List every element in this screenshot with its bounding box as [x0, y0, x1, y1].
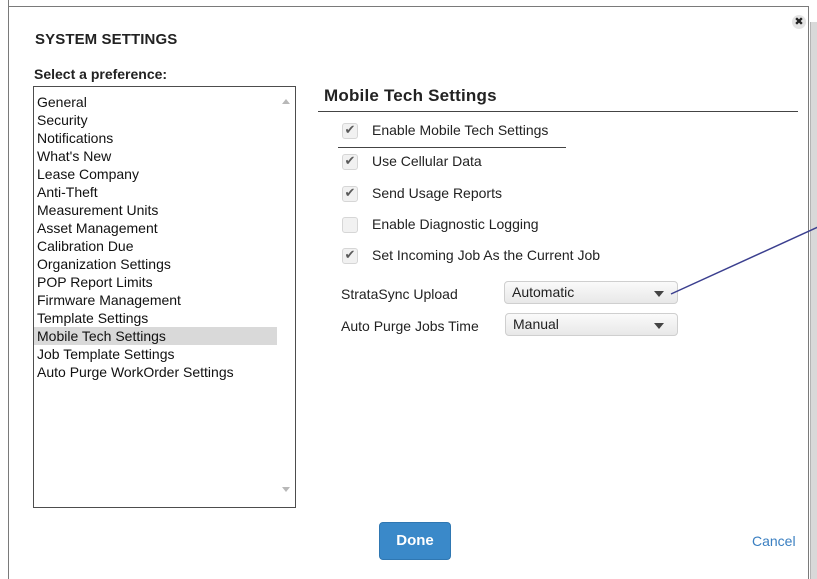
use-cellular-data-checkbox[interactable]: ✔: [342, 154, 358, 170]
sidebar-item-template-settings[interactable]: Template Settings: [34, 309, 277, 327]
enable-diagnostic-logging-checkbox[interactable]: [342, 217, 358, 233]
sidebar-item-general[interactable]: General: [34, 93, 277, 111]
stratasync-upload-label: StrataSync Upload: [341, 286, 458, 302]
enable-mobile-tech-checkbox[interactable]: ✔: [342, 123, 358, 139]
sidebar-item-asset-management[interactable]: Asset Management: [34, 219, 277, 237]
sidebar-item-job-template-settings[interactable]: Job Template Settings: [34, 345, 277, 363]
preference-list-label: Select a preference:: [34, 66, 168, 82]
enable-mobile-tech-underline: [338, 147, 566, 148]
background-window-edge: [810, 22, 817, 579]
use-cellular-data-label: Use Cellular Data: [372, 153, 482, 169]
sidebar-item-whats-new[interactable]: What's New: [34, 147, 277, 165]
chevron-down-icon: [654, 323, 664, 329]
auto-purge-jobs-time-value: Manual: [513, 316, 559, 332]
sidebar-item-lease-company[interactable]: Lease Company: [34, 165, 277, 183]
sidebar-item-auto-purge-workorder-settings[interactable]: Auto Purge WorkOrder Settings: [34, 363, 277, 381]
scroll-down-icon[interactable]: [282, 487, 290, 492]
sidebar-item-calibration-due[interactable]: Calibration Due: [34, 237, 277, 255]
checkmark-icon: ✔: [344, 186, 356, 201]
panel-title-divider: [318, 111, 798, 112]
set-incoming-job-checkbox[interactable]: ✔: [342, 248, 358, 264]
annotation-pointer-line: [670, 226, 817, 295]
checkmark-icon: ✔: [344, 248, 356, 263]
cancel-link[interactable]: Cancel: [752, 533, 796, 549]
system-settings-dialog: ✖ SYSTEM SETTINGS Select a preference: G…: [0, 0, 817, 579]
checkmark-icon: ✔: [344, 154, 356, 169]
checkmark-icon: ✔: [344, 123, 356, 138]
send-usage-reports-label: Send Usage Reports: [372, 185, 502, 201]
auto-purge-jobs-time-label: Auto Purge Jobs Time: [341, 318, 479, 334]
stratasync-upload-value: Automatic: [512, 284, 575, 300]
sidebar-item-organization-settings[interactable]: Organization Settings: [34, 255, 277, 273]
enable-mobile-tech-label: Enable Mobile Tech Settings: [372, 122, 549, 138]
listbox-scrollbar[interactable]: [277, 87, 295, 507]
sidebar-item-notifications[interactable]: Notifications: [34, 129, 277, 147]
done-button[interactable]: Done: [379, 522, 451, 560]
set-incoming-job-label: Set Incoming Job As the Current Job: [372, 247, 601, 263]
panel-title: Mobile Tech Settings: [324, 86, 497, 105]
dialog-border-right: [808, 6, 809, 579]
dialog-border-top: [8, 6, 808, 7]
enable-diagnostic-logging-label: Enable Diagnostic Logging: [372, 216, 539, 232]
sidebar-item-security[interactable]: Security: [34, 111, 277, 129]
dialog-title: SYSTEM SETTINGS: [35, 31, 178, 48]
send-usage-reports-checkbox[interactable]: ✔: [342, 186, 358, 202]
sidebar-item-measurement-units[interactable]: Measurement Units: [34, 201, 277, 219]
close-icon[interactable]: ✖: [792, 15, 806, 29]
sidebar-item-firmware-management[interactable]: Firmware Management: [34, 291, 277, 309]
sidebar-item-mobile-tech-settings[interactable]: Mobile Tech Settings: [34, 327, 277, 345]
scroll-up-icon[interactable]: [282, 99, 290, 104]
preference-list: General Security Notifications What's Ne…: [34, 93, 277, 381]
preference-listbox[interactable]: General Security Notifications What's Ne…: [33, 86, 296, 508]
sidebar-item-pop-report-limits[interactable]: POP Report Limits: [34, 273, 277, 291]
sidebar-item-anti-theft[interactable]: Anti-Theft: [34, 183, 277, 201]
dialog-border-left: [8, 0, 9, 579]
chevron-down-icon: [654, 291, 664, 297]
stratasync-upload-select[interactable]: Automatic: [504, 281, 678, 304]
auto-purge-jobs-time-select[interactable]: Manual: [505, 313, 678, 336]
